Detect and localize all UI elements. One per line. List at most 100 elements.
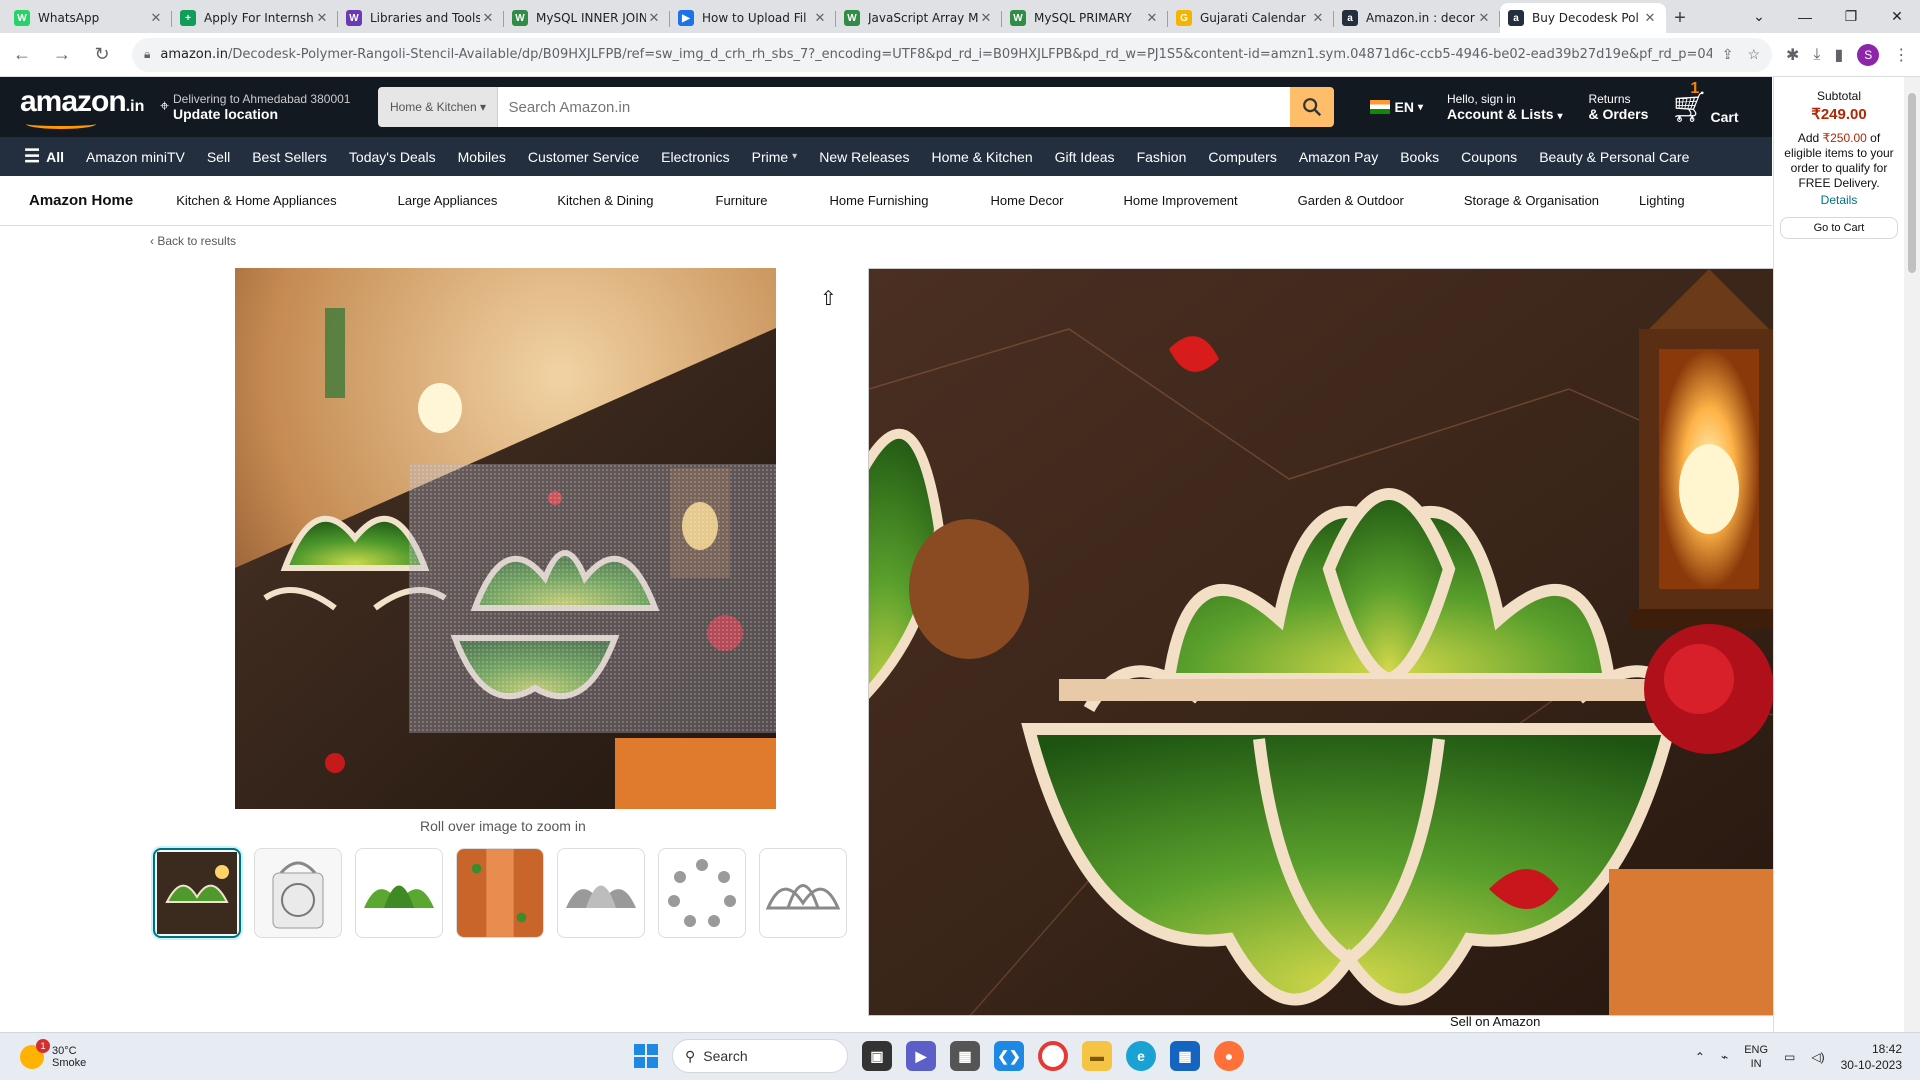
page-scrollbar[interactable] (1904, 77, 1920, 1032)
task-view-icon[interactable]: ▣ (862, 1041, 892, 1071)
volume-icon[interactable]: ◁) (1811, 1050, 1824, 1064)
firefox-icon[interactable]: ● (1214, 1041, 1244, 1071)
close-tab-icon[interactable]: ✕ (480, 10, 496, 26)
amazon-logo[interactable]: amazon.in (20, 85, 144, 129)
close-tab-icon[interactable]: ✕ (646, 10, 662, 26)
language-selector[interactable]: EN ▾ (1370, 99, 1423, 115)
calculator-icon[interactable]: ▦ (950, 1041, 980, 1071)
thumbnail-6[interactable] (658, 848, 746, 938)
download-icon[interactable]: ⤓ (1813, 46, 1820, 64)
close-tab-icon[interactable]: ✕ (978, 10, 994, 26)
back-to-results-link[interactable]: ‹ Back to results (150, 234, 236, 248)
nav-item[interactable]: Today's Deals (349, 149, 436, 165)
thumbnail-4[interactable] (456, 848, 544, 938)
nav-item[interactable]: Best Sellers (252, 149, 327, 165)
close-tab-icon[interactable]: ✕ (1144, 10, 1160, 26)
close-tab-icon[interactable]: ✕ (1642, 10, 1658, 26)
extensions-icon[interactable]: ✱ (1786, 45, 1799, 65)
sell-on-amazon-link[interactable]: Sell on Amazon (1450, 1014, 1540, 1029)
sidebar-icon[interactable]: ▮ (1834, 45, 1843, 65)
thumbnail-3[interactable] (355, 848, 443, 938)
display-icon[interactable]: ▭ (1784, 1050, 1795, 1064)
close-tab-icon[interactable]: ✕ (812, 10, 828, 26)
nav-item[interactable]: Electronics (661, 149, 729, 165)
browser-tab[interactable]: a Amazon.in : decor ✕ (1334, 3, 1500, 33)
close-window-button[interactable]: ✕ (1874, 0, 1920, 33)
account-lists[interactable]: Hello, sign in Account & Lists ▾ (1447, 92, 1563, 122)
share-icon[interactable]: ⇧ (820, 286, 837, 311)
back-icon[interactable]: ← (4, 37, 40, 73)
bookmark-star-icon[interactable]: ☆ (1747, 46, 1760, 63)
start-windows-icon[interactable] (634, 1044, 658, 1068)
nav-item[interactable]: Customer Service (528, 149, 639, 165)
show-hidden-icons[interactable]: ⌃ (1695, 1050, 1705, 1064)
nav-item[interactable]: Mobiles (458, 149, 506, 165)
new-tab-button[interactable]: + (1666, 3, 1694, 33)
nav-item[interactable]: Amazon Pay (1299, 149, 1378, 165)
nav-item[interactable]: Computers (1208, 149, 1276, 165)
reload-icon[interactable]: ↻ (84, 37, 120, 73)
teams-chat-icon[interactable]: ▶ (906, 1041, 936, 1071)
nav-item[interactable]: Home & Kitchen (931, 149, 1032, 165)
nav-item[interactable]: Books (1400, 149, 1439, 165)
product-main-image[interactable] (235, 268, 776, 809)
nav-item[interactable]: Gift Ideas (1055, 149, 1115, 165)
nav-item[interactable]: New Releases (819, 149, 909, 165)
address-bar[interactable]: 🔒︎ amazon.in/Decodesk-Polymer-Rangoli-St… (132, 37, 1772, 72)
browser-tab[interactable]: + Apply For Internsh ✕ (172, 3, 338, 33)
chrome-icon[interactable]: ● (1038, 1041, 1068, 1071)
subnav-item[interactable]: Storage & Organisation (1464, 193, 1599, 208)
edge-icon[interactable]: e (1126, 1041, 1156, 1071)
subnav-item[interactable]: Kitchen & Home Appliances (176, 193, 336, 208)
minimize-button[interactable]: — (1782, 0, 1828, 33)
nav-item[interactable]: Beauty & Personal Care (1539, 149, 1689, 165)
network-icon[interactable]: ⌁ (1721, 1050, 1728, 1064)
browser-tab[interactable]: W MySQL INNER JOIN ✕ (504, 3, 670, 33)
microsoft-store-icon[interactable]: ▦ (1170, 1041, 1200, 1071)
close-tab-icon[interactable]: ✕ (148, 10, 164, 26)
weather-widget[interactable]: 1 30°C Smoke (20, 1038, 86, 1069)
delivery-location[interactable]: ⌖ Delivering to Ahmedabad 380001 Update … (160, 92, 350, 122)
go-to-cart-button[interactable]: Go to Cart (1780, 217, 1898, 239)
search-button[interactable] (1290, 87, 1335, 127)
close-tab-icon[interactable]: ✕ (1476, 10, 1492, 26)
nav-item[interactable]: Sell (207, 149, 230, 165)
subnav-item[interactable]: Large Appliances (398, 193, 498, 208)
nav-item[interactable]: Prime (752, 149, 789, 165)
browser-tab[interactable]: W JavaScript Array M ✕ (836, 3, 1002, 33)
thumbnail-7[interactable] (759, 848, 847, 938)
browser-tab[interactable]: W WhatsApp ✕ (6, 3, 172, 33)
forward-icon[interactable]: → (44, 37, 80, 73)
menu-icon[interactable]: ⋮ (1893, 45, 1909, 65)
profile-avatar[interactable]: S (1857, 43, 1880, 66)
all-menu-button[interactable]: ☰ All (24, 146, 64, 167)
thumbnail-1[interactable] (153, 848, 241, 938)
search-input[interactable] (498, 87, 1291, 127)
subnav-item[interactable]: Home Decor (991, 193, 1064, 208)
details-link[interactable]: Details (1774, 193, 1904, 207)
browser-tab[interactable]: W Libraries and Tools ✕ (338, 3, 504, 33)
url-text[interactable]: amazon.in/Decodesk-Polymer-Rangoli-Stenc… (160, 47, 1711, 62)
taskbar-search[interactable]: ⚲ Search (672, 1039, 848, 1073)
file-explorer-icon[interactable]: ▬ (1082, 1041, 1112, 1071)
browser-tab[interactable]: ▶ How to Upload Fil ✕ (670, 3, 836, 33)
vscode-icon[interactable]: ❮❯ (994, 1041, 1024, 1071)
subnav-home[interactable]: Amazon Home (29, 192, 133, 209)
share-page-icon[interactable]: ⇪ (1722, 46, 1734, 63)
tab-search-icon[interactable]: ⌄ (1736, 0, 1782, 33)
search-category-select[interactable]: Home & Kitchen ▾ (378, 87, 499, 127)
subnav-item[interactable]: Kitchen & Dining (557, 193, 653, 208)
subnav-item[interactable]: Garden & Outdoor (1298, 193, 1404, 208)
close-tab-icon[interactable]: ✕ (1310, 10, 1326, 26)
thumbnail-5[interactable] (557, 848, 645, 938)
subnav-item[interactable]: Home Improvement (1124, 193, 1238, 208)
subnav-item[interactable]: Furniture (716, 193, 768, 208)
cart-button[interactable]: 1 🛒︎ Cart (1670, 80, 1738, 125)
returns-orders[interactable]: Returns & Orders (1588, 92, 1648, 122)
browser-tab[interactable]: G Gujarati Calendar ✕ (1168, 3, 1334, 33)
nav-item[interactable]: Coupons (1461, 149, 1517, 165)
subnav-item[interactable]: Lighting (1639, 193, 1685, 208)
browser-tab[interactable]: W MySQL PRIMARY ✕ (1002, 3, 1168, 33)
thumbnail-2[interactable] (254, 848, 342, 938)
input-language[interactable]: ENG IN (1744, 1043, 1768, 1071)
